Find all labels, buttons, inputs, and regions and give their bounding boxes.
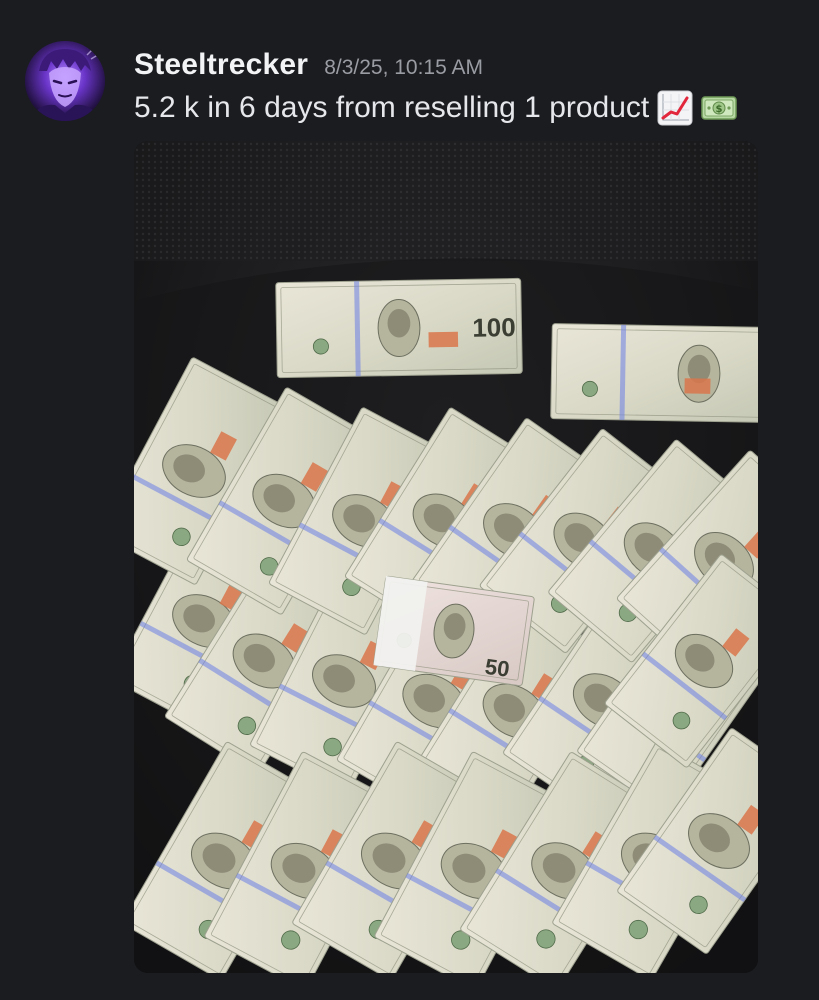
chart-increasing-icon (657, 90, 693, 126)
banknote: 100 (275, 277, 523, 379)
money-photo: 100 50 (134, 141, 758, 973)
dollar-banknote-icon: $ (701, 90, 738, 126)
avatar-image (25, 41, 105, 121)
chat-message: Steeltrecker 8/3/25, 10:15 AM 5.2 k in 6… (0, 0, 819, 1000)
username[interactable]: Steeltrecker (134, 48, 308, 82)
message-text: 5.2 k in 6 days from reselling 1 product (134, 91, 650, 124)
chat-view: Steeltrecker 8/3/25, 10:15 AM 5.2 k in 6… (0, 0, 819, 1000)
banknote (550, 323, 758, 423)
bill-denomination: 50 (483, 654, 511, 682)
message-content: 5.2 k in 6 days from reselling 1 product… (134, 86, 738, 130)
svg-text:$: $ (716, 104, 723, 115)
message-header: Steeltrecker 8/3/25, 10:15 AM (134, 48, 483, 84)
avatar[interactable] (25, 41, 105, 121)
message-timestamp[interactable]: 8/3/25, 10:15 AM (324, 56, 483, 80)
bill-denomination: 100 (472, 312, 516, 343)
image-attachment[interactable]: 100 50 (134, 141, 758, 973)
